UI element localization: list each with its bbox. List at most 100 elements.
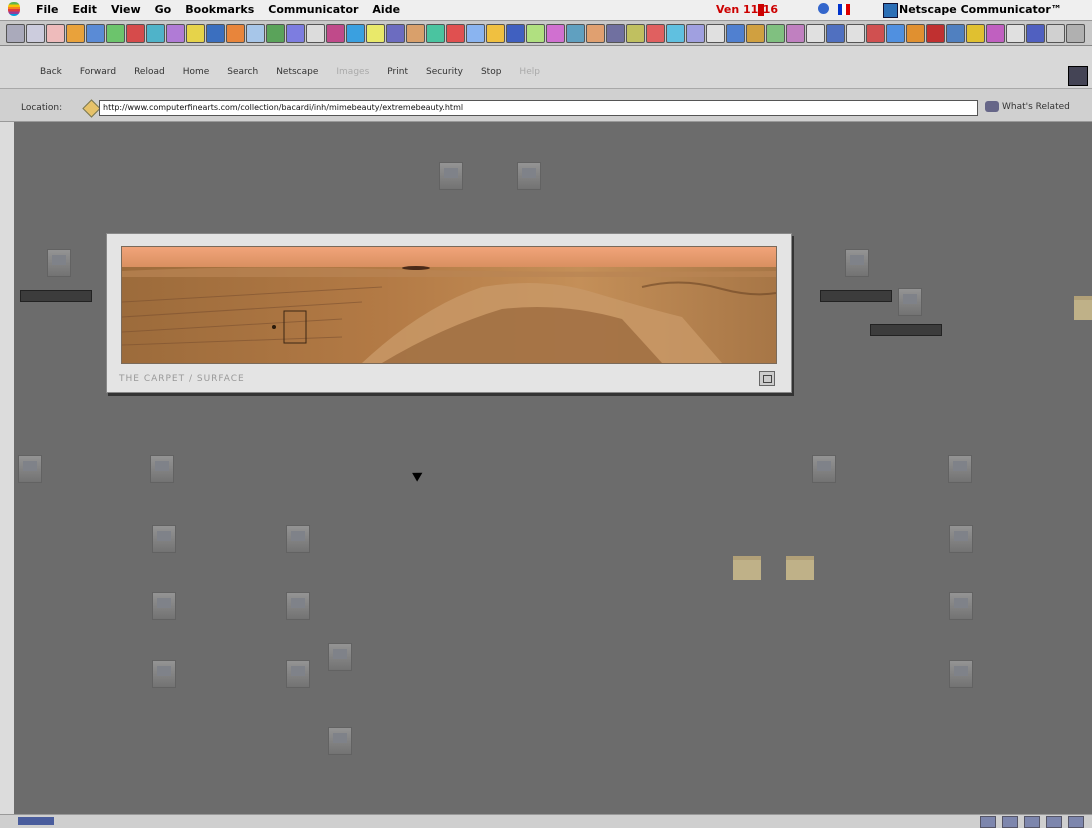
- launcher-icon[interactable]: [586, 24, 605, 43]
- launcher-icon[interactable]: [526, 24, 545, 43]
- forward-button[interactable]: Forward: [80, 67, 116, 77]
- menu-communicator[interactable]: Communicator: [268, 3, 358, 16]
- reload-button[interactable]: Reload: [134, 67, 165, 77]
- launcher-icon[interactable]: [646, 24, 665, 43]
- expand-button[interactable]: [759, 371, 775, 386]
- launcher-icon[interactable]: [866, 24, 885, 43]
- document-icon[interactable]: [328, 643, 352, 671]
- launcher-icon[interactable]: [966, 24, 985, 43]
- launcher-icon[interactable]: [746, 24, 765, 43]
- bookmark-icon[interactable]: [82, 99, 101, 118]
- menu-go[interactable]: Go: [155, 3, 172, 16]
- document-icon[interactable]: [328, 727, 352, 755]
- launcher-icon[interactable]: [626, 24, 645, 43]
- document-icon[interactable]: [517, 162, 541, 190]
- address-book-icon[interactable]: [1068, 816, 1084, 828]
- launcher-icon[interactable]: [246, 24, 265, 43]
- launcher-icon[interactable]: [146, 24, 165, 43]
- navigator-icon[interactable]: [980, 816, 996, 828]
- launcher-icon[interactable]: [66, 24, 85, 43]
- launcher-icon[interactable]: [826, 24, 845, 43]
- application-menu-icon[interactable]: [883, 3, 898, 18]
- document-icon[interactable]: [898, 288, 922, 316]
- launcher-icon[interactable]: [686, 24, 705, 43]
- menu-help[interactable]: Aide: [372, 3, 400, 16]
- launcher-icon[interactable]: [1066, 24, 1085, 43]
- folder-icon[interactable]: [1074, 296, 1092, 320]
- keyboard-flag-icon[interactable]: [838, 4, 850, 15]
- launcher-icon[interactable]: [1026, 24, 1045, 43]
- document-icon[interactable]: [949, 525, 973, 553]
- launcher-icon[interactable]: [466, 24, 485, 43]
- document-icon[interactable]: [18, 455, 42, 483]
- launcher-icon[interactable]: [606, 24, 625, 43]
- launcher-icon[interactable]: [546, 24, 565, 43]
- mail-icon[interactable]: [1002, 816, 1018, 828]
- launcher-icon[interactable]: [286, 24, 305, 43]
- launcher-icon[interactable]: [486, 24, 505, 43]
- url-input[interactable]: http://www.computerfinearts.com/collecti…: [99, 100, 978, 116]
- launcher-icon[interactable]: [86, 24, 105, 43]
- launcher-icon[interactable]: [786, 24, 805, 43]
- menu-edit[interactable]: Edit: [73, 3, 97, 16]
- folder-icon[interactable]: [786, 556, 814, 580]
- launcher-icon[interactable]: [386, 24, 405, 43]
- launcher-icon[interactable]: [106, 24, 125, 43]
- launcher-icon[interactable]: [446, 24, 465, 43]
- document-icon[interactable]: [812, 455, 836, 483]
- menubar-clock[interactable]: Ven 11:16: [716, 3, 778, 16]
- document-icon[interactable]: [286, 660, 310, 688]
- stop-button[interactable]: Stop: [481, 67, 501, 77]
- menu-view[interactable]: View: [111, 3, 141, 16]
- document-icon[interactable]: [286, 592, 310, 620]
- document-icon[interactable]: [152, 525, 176, 553]
- document-icon[interactable]: [949, 660, 973, 688]
- launcher-icon[interactable]: [426, 24, 445, 43]
- security-button[interactable]: Security: [426, 67, 463, 77]
- launcher-icon[interactable]: [206, 24, 225, 43]
- active-app-name[interactable]: Netscape Communicator™: [899, 3, 1062, 16]
- document-icon[interactable]: [845, 249, 869, 277]
- document-icon[interactable]: [150, 455, 174, 483]
- launcher-icon[interactable]: [666, 24, 685, 43]
- launcher-icon[interactable]: [886, 24, 905, 43]
- launcher-icon[interactable]: [126, 24, 145, 43]
- launcher-icon[interactable]: [166, 24, 185, 43]
- globe-icon[interactable]: [818, 3, 829, 14]
- search-button[interactable]: Search: [227, 67, 258, 77]
- document-icon[interactable]: [439, 162, 463, 190]
- launcher-icon[interactable]: [46, 24, 65, 43]
- launcher-icon[interactable]: [566, 24, 585, 43]
- whats-related-button[interactable]: What's Related: [985, 101, 1092, 115]
- launcher-icon[interactable]: [986, 24, 1005, 43]
- document-icon[interactable]: [152, 592, 176, 620]
- launcher-icon[interactable]: [926, 24, 945, 43]
- netscape-button[interactable]: Netscape: [276, 67, 318, 77]
- launcher-icon[interactable]: [406, 24, 425, 43]
- menu-file[interactable]: File: [36, 3, 59, 16]
- launcher-icon[interactable]: [226, 24, 245, 43]
- launcher-icon[interactable]: [186, 24, 205, 43]
- document-icon[interactable]: [152, 660, 176, 688]
- launcher-icon[interactable]: [346, 24, 365, 43]
- document-icon[interactable]: [286, 525, 310, 553]
- folder-icon[interactable]: [733, 556, 761, 580]
- launcher-icon[interactable]: [846, 24, 865, 43]
- home-button[interactable]: Home: [183, 67, 210, 77]
- launcher-icon[interactable]: [506, 24, 525, 43]
- security-lock-icon[interactable]: [18, 817, 54, 825]
- launcher-icon[interactable]: [906, 24, 925, 43]
- composer-icon[interactable]: [1046, 816, 1062, 828]
- print-button[interactable]: Print: [387, 67, 408, 77]
- discussion-icon[interactable]: [1024, 816, 1040, 828]
- apple-menu-icon[interactable]: [8, 2, 20, 16]
- launcher-icon[interactable]: [266, 24, 285, 43]
- help-button[interactable]: Help: [519, 67, 540, 77]
- launcher-icon[interactable]: [366, 24, 385, 43]
- launcher-icon[interactable]: [306, 24, 325, 43]
- netscape-logo-icon[interactable]: [1068, 66, 1088, 86]
- menu-bookmarks[interactable]: Bookmarks: [185, 3, 254, 16]
- document-icon[interactable]: [949, 592, 973, 620]
- launcher-icon[interactable]: [706, 24, 725, 43]
- back-button[interactable]: Back: [40, 67, 62, 77]
